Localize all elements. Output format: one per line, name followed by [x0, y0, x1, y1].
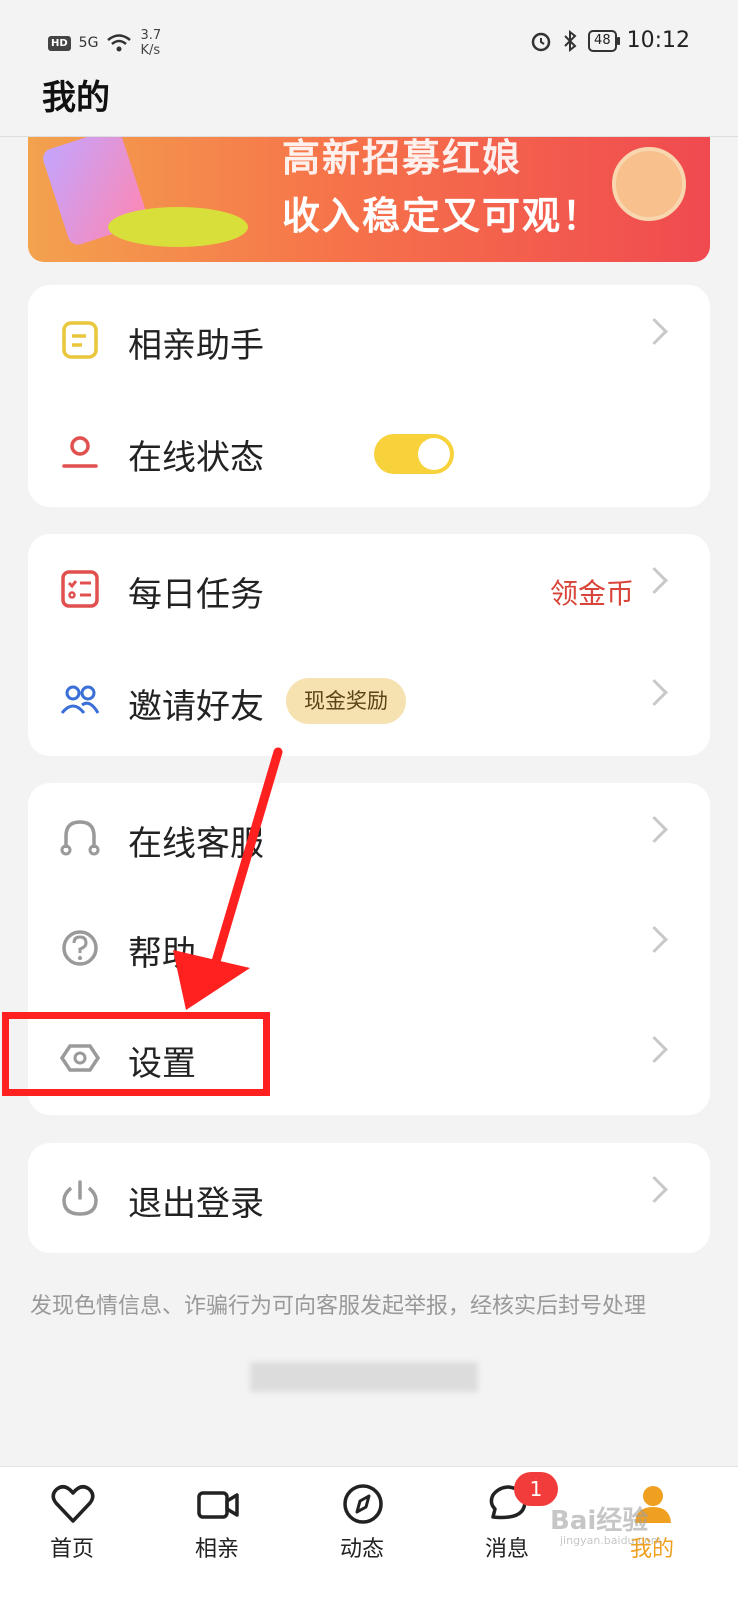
- tab-messages[interactable]: 1 消息: [447, 1467, 567, 1601]
- video-camera-icon: [197, 1491, 239, 1519]
- tab-dating[interactable]: 相亲: [157, 1467, 277, 1601]
- tab-moments[interactable]: 动态: [302, 1467, 422, 1601]
- compass-icon: [343, 1484, 383, 1524]
- watermark-sub: jingyan.baidu.com: [560, 1534, 662, 1547]
- tab-label: 消息: [484, 1537, 529, 1562]
- annotation-arrow-icon: [173, 747, 283, 1010]
- watermark: Bai经验: [550, 1506, 649, 1536]
- tab-label: 首页: [49, 1537, 94, 1562]
- tab-label: 动态: [339, 1537, 384, 1562]
- tab-home[interactable]: 首页: [12, 1467, 132, 1601]
- annotation-highlight-box: [2, 1012, 270, 1096]
- tab-label: 相亲: [194, 1537, 239, 1562]
- heart-icon: [51, 1485, 95, 1523]
- blurred-text: [250, 1362, 478, 1392]
- report-notice: 发现色情信息、诈骗行为可向客服发起举报，经核实后封号处理: [30, 1294, 647, 1319]
